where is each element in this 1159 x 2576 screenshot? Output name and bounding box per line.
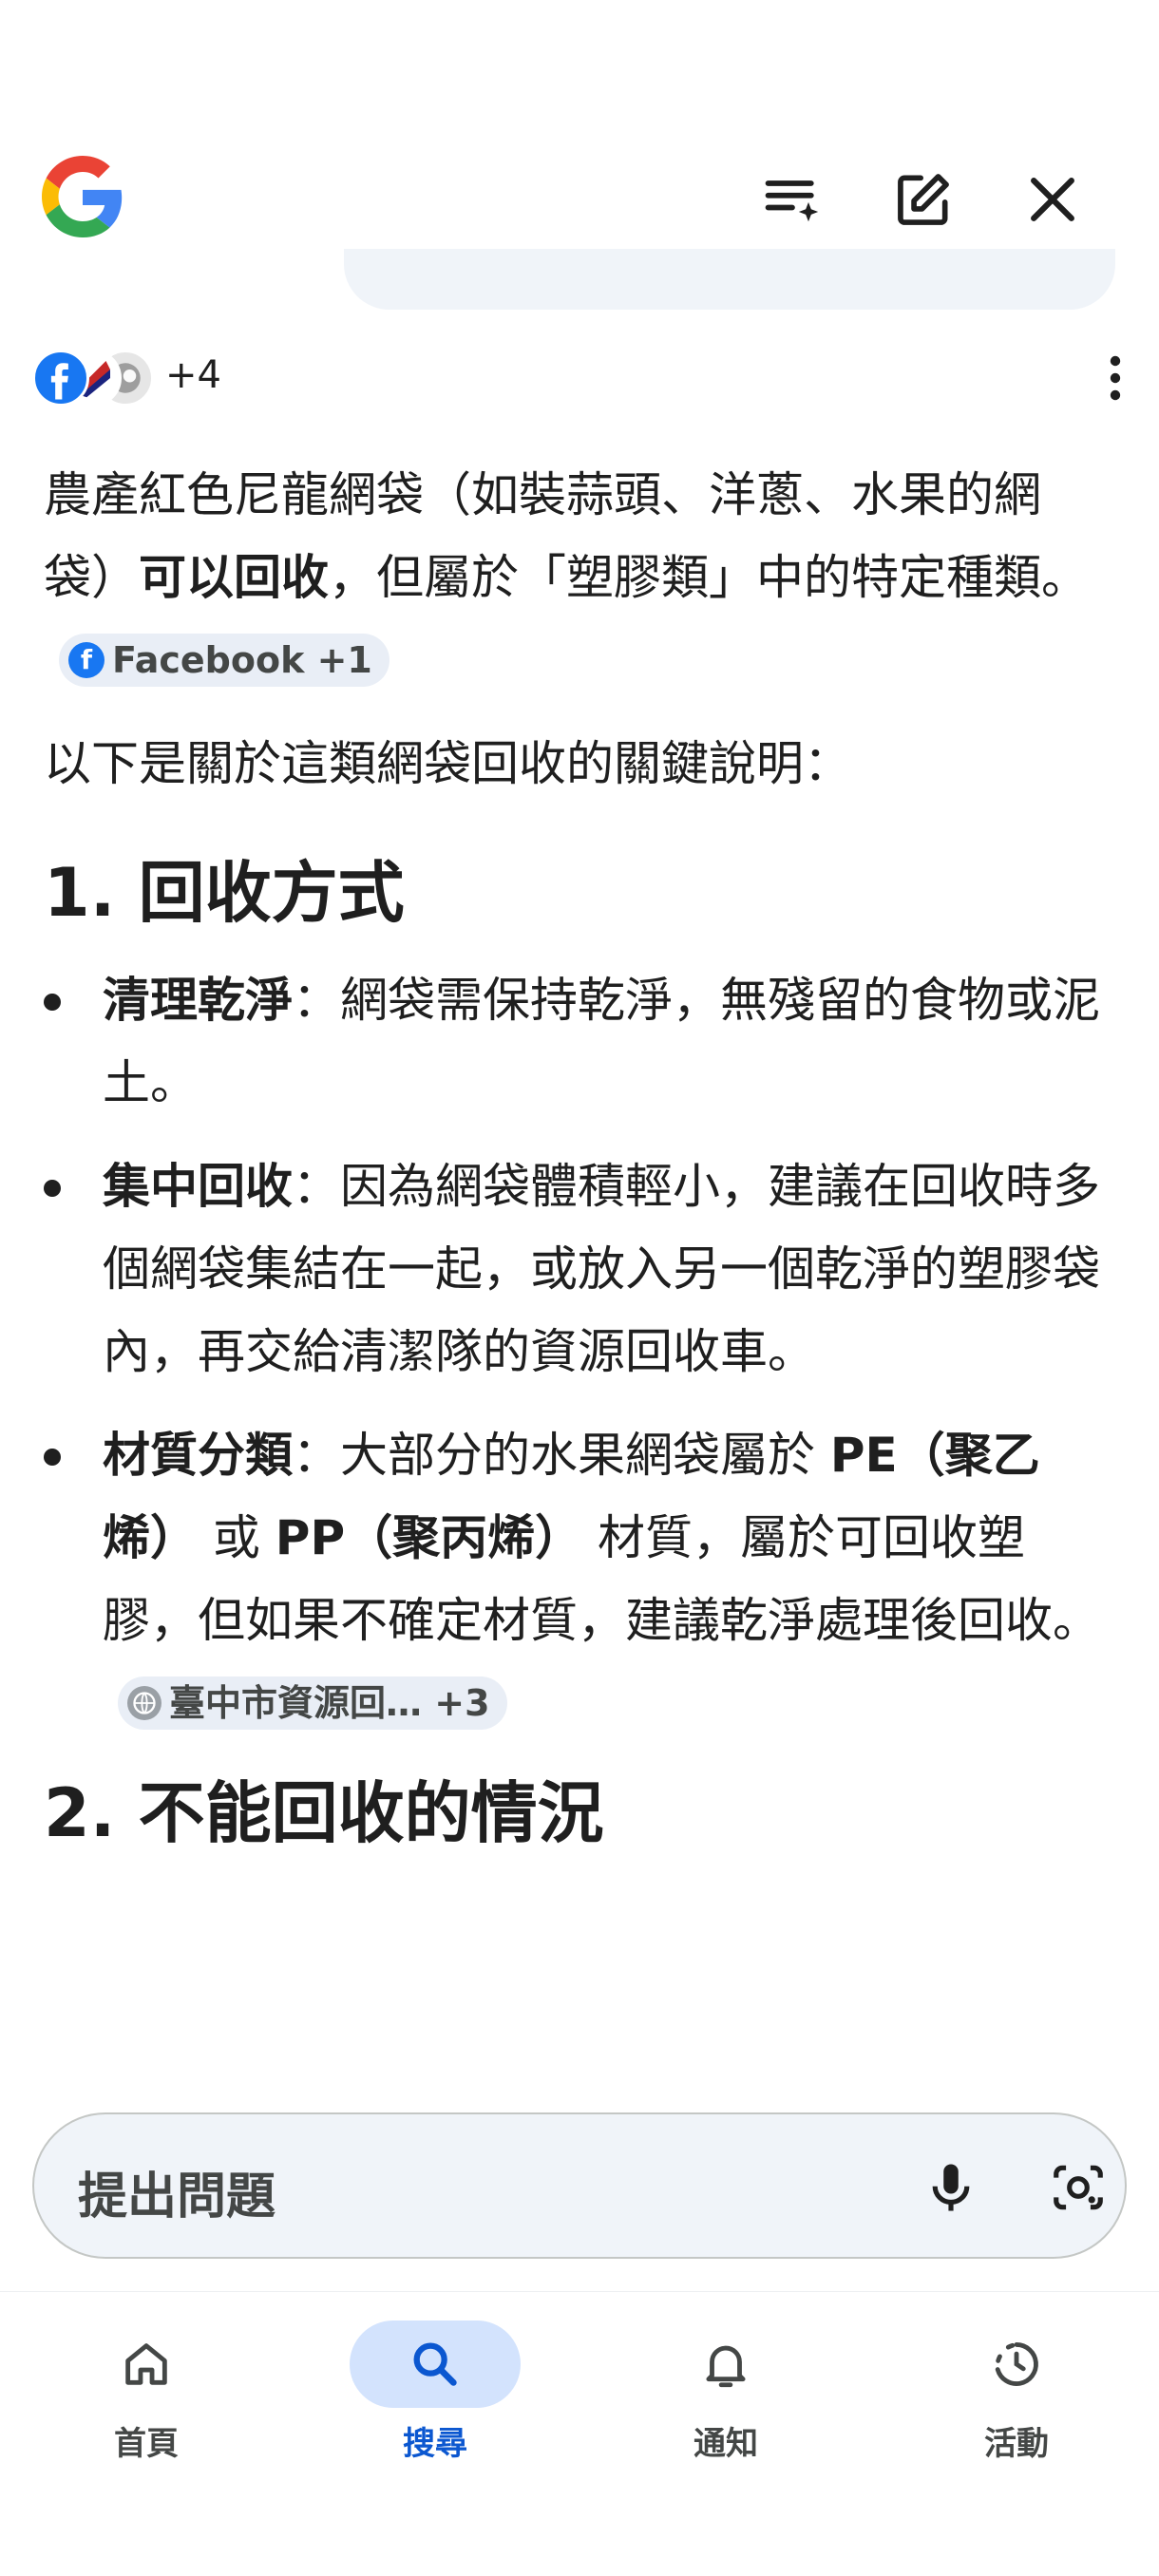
nav-notifications[interactable]: 通知 [623,2305,832,2463]
ai-mode-list-button[interactable] [756,163,828,236]
bell-icon [706,2345,746,2388]
list-item: 材質分類：大部分的水果網袋屬於 PE（聚乙烯） 或 PP（聚丙烯） 材質，屬於可… [44,1414,1112,1745]
nav-home[interactable]: 首頁 [44,2305,253,2463]
lens-button[interactable] [1043,2152,1113,2223]
voice-search-button[interactable] [916,2152,986,2223]
close-button[interactable] [1016,163,1089,236]
ask-input-bar[interactable]: 提出問題 [32,2112,1127,2259]
citation-chip-taichung[interactable]: 臺中市資源回… +3 [118,1676,507,1730]
section-heading: 2. 不能回收的情況 [44,1774,604,1852]
list-item: 集中回收：因為網袋體積輕小，建議在回收時多個網袋集結在一起，或放入另一個乾淨的塑… [44,1146,1112,1393]
source-extra-count[interactable]: +4 [165,353,221,397]
new-chat-button[interactable] [887,163,960,236]
citation-chip-facebook[interactable]: f Facebook +1 [59,633,390,687]
nav-activity[interactable]: 活動 [914,2305,1123,2463]
more-options-icon[interactable] [1096,353,1134,403]
bottom-navigation: 首頁 搜尋 通知 活動 [0,2291,1159,2576]
ai-answer: 農產紅色尼龍網袋（如裝蒜頭、洋蔥、水果的網袋）可以回收，但屬於「塑膠類」中的特定… [44,454,1112,1861]
list-item: 清理乾淨：網袋需保持乾淨，無殘留的食物或泥土。 [44,959,1112,1125]
facebook-icon: f [68,641,104,678]
edit-icon [898,174,949,225]
intro-text: 以下是關於這類網袋回收的關鍵說明： [44,736,851,791]
nav-label: 通知 [694,2425,758,2463]
nav-label: 搜尋 [403,2425,467,2463]
top-bar [0,133,1159,256]
bullet-list: 清理乾淨：網袋需保持乾淨，無殘留的食物或泥土。 集中回收：因為網袋體積輕小，建議… [44,959,1112,1745]
nav-label: 活動 [984,2425,1049,2463]
home-icon [125,2343,167,2385]
nav-search[interactable]: 搜尋 [332,2305,542,2463]
search-icon [413,2342,457,2386]
previous-query-bubble [344,249,1115,310]
camera-lens-icon [1054,2165,1103,2210]
facebook-icon [32,350,89,407]
ask-input[interactable]: 提出問題 [78,2156,276,2227]
google-g-icon[interactable] [42,156,124,237]
source-stack[interactable]: +4 [32,350,1134,408]
sparkle-list-icon [765,180,819,222]
answer-paragraph: 農產紅色尼龍網袋（如裝蒜頭、洋蔥、水果的網袋）可以回收，但屬於「塑膠類」中的特定… [44,454,1112,702]
close-icon [1031,178,1074,221]
microphone-icon [932,2164,970,2211]
globe-icon [127,1685,162,1720]
nav-label: 首頁 [114,2425,179,2463]
section-heading: 1. 回收方式 [44,854,405,932]
activity-icon [995,2342,1038,2386]
